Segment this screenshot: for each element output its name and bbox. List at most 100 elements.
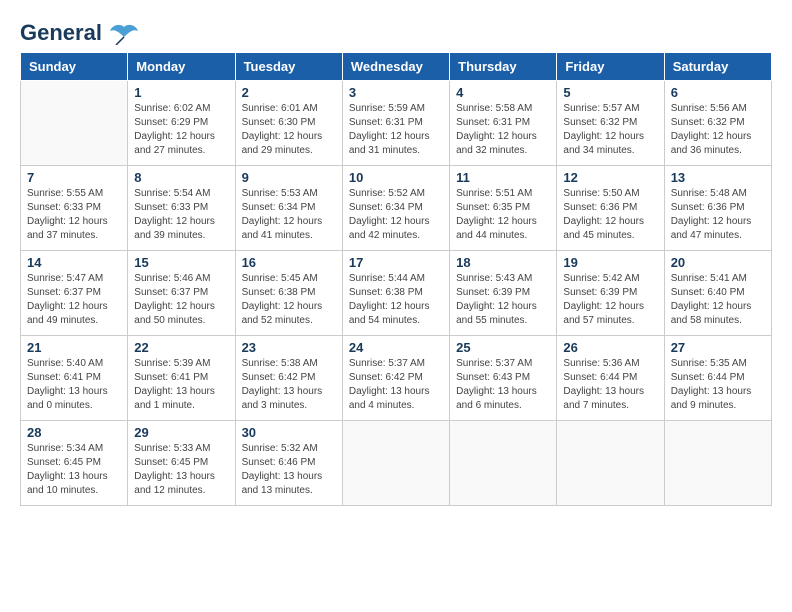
calendar-cell (557, 421, 664, 506)
day-info: Sunrise: 5:52 AM Sunset: 6:34 PM Dayligh… (349, 187, 443, 243)
calendar-cell: 10 Sunrise: 5:52 AM Sunset: 6:34 PM Dayli… (342, 166, 449, 251)
day-number: 6 (671, 85, 765, 100)
logo: General (20, 20, 138, 42)
day-number: 24 (349, 340, 443, 355)
day-info: Sunrise: 5:46 AM Sunset: 6:37 PM Dayligh… (134, 272, 228, 328)
calendar-cell: 7 Sunrise: 5:55 AM Sunset: 6:33 PM Daylig… (21, 166, 128, 251)
calendar-cell: 21 Sunrise: 5:40 AM Sunset: 6:41 PM Dayli… (21, 336, 128, 421)
day-info: Sunrise: 5:56 AM Sunset: 6:32 PM Dayligh… (671, 102, 765, 158)
day-number: 13 (671, 170, 765, 185)
logo-text: General (20, 20, 138, 46)
day-number: 14 (27, 255, 121, 270)
day-info: Sunrise: 5:38 AM Sunset: 6:42 PM Dayligh… (242, 357, 336, 413)
day-number: 7 (27, 170, 121, 185)
day-number: 9 (242, 170, 336, 185)
calendar-cell: 5 Sunrise: 5:57 AM Sunset: 6:32 PM Daylig… (557, 81, 664, 166)
day-number: 21 (27, 340, 121, 355)
day-number: 11 (456, 170, 550, 185)
day-number: 15 (134, 255, 228, 270)
day-header-friday: Friday (557, 53, 664, 81)
calendar-cell: 17 Sunrise: 5:44 AM Sunset: 6:38 PM Dayli… (342, 251, 449, 336)
day-number: 22 (134, 340, 228, 355)
day-number: 10 (349, 170, 443, 185)
day-info: Sunrise: 5:47 AM Sunset: 6:37 PM Dayligh… (27, 272, 121, 328)
day-number: 26 (563, 340, 657, 355)
day-number: 25 (456, 340, 550, 355)
calendar-cell: 28 Sunrise: 5:34 AM Sunset: 6:45 PM Dayli… (21, 421, 128, 506)
day-info: Sunrise: 5:34 AM Sunset: 6:45 PM Dayligh… (27, 442, 121, 498)
calendar-cell: 3Sunrise: 5:59 AM Sunset: 6:31 PM Daylig… (342, 81, 449, 166)
calendar-cell: 19Sunrise: 5:42 AM Sunset: 6:39 PM Dayli… (557, 251, 664, 336)
day-number: 3 (349, 85, 443, 100)
calendar-cell: 22 Sunrise: 5:39 AM Sunset: 6:41 PM Dayli… (128, 336, 235, 421)
day-info: Sunrise: 6:02 AM Sunset: 6:29 PM Dayligh… (134, 102, 228, 158)
day-info: Sunrise: 5:36 AM Sunset: 6:44 PM Dayligh… (563, 357, 657, 413)
calendar-cell: 20 Sunrise: 5:41 AM Sunset: 6:40 PM Dayli… (664, 251, 771, 336)
day-info: Sunrise: 5:39 AM Sunset: 6:41 PM Dayligh… (134, 357, 228, 413)
calendar-cell: 6 Sunrise: 5:56 AM Sunset: 6:32 PM Daylig… (664, 81, 771, 166)
day-header-monday: Monday (128, 53, 235, 81)
day-number: 5 (563, 85, 657, 100)
calendar-cell (450, 421, 557, 506)
day-info: Sunrise: 6:01 AM Sunset: 6:30 PM Dayligh… (242, 102, 336, 158)
calendar-cell (664, 421, 771, 506)
day-header-tuesday: Tuesday (235, 53, 342, 81)
day-number: 30 (242, 425, 336, 440)
day-info: Sunrise: 5:55 AM Sunset: 6:33 PM Dayligh… (27, 187, 121, 243)
day-number: 18 (456, 255, 550, 270)
week-row-3: 14 Sunrise: 5:47 AM Sunset: 6:37 PM Dayli… (21, 251, 772, 336)
calendar-cell: 13 Sunrise: 5:48 AM Sunset: 6:36 PM Dayli… (664, 166, 771, 251)
week-row-2: 7 Sunrise: 5:55 AM Sunset: 6:33 PM Daylig… (21, 166, 772, 251)
week-row-5: 28 Sunrise: 5:34 AM Sunset: 6:45 PM Dayli… (21, 421, 772, 506)
day-info: Sunrise: 5:50 AM Sunset: 6:36 PM Dayligh… (563, 187, 657, 243)
calendar-cell: 9 Sunrise: 5:53 AM Sunset: 6:34 PM Daylig… (235, 166, 342, 251)
day-number: 20 (671, 255, 765, 270)
calendar-cell (342, 421, 449, 506)
day-info: Sunrise: 5:40 AM Sunset: 6:41 PM Dayligh… (27, 357, 121, 413)
day-info: Sunrise: 5:32 AM Sunset: 6:46 PM Dayligh… (242, 442, 336, 498)
day-info: Sunrise: 5:48 AM Sunset: 6:36 PM Dayligh… (671, 187, 765, 243)
day-info: Sunrise: 5:57 AM Sunset: 6:32 PM Dayligh… (563, 102, 657, 158)
day-info: Sunrise: 5:42 AM Sunset: 6:39 PM Dayligh… (563, 272, 657, 328)
day-info: Sunrise: 5:43 AM Sunset: 6:39 PM Dayligh… (456, 272, 550, 328)
day-header-saturday: Saturday (664, 53, 771, 81)
day-header-sunday: Sunday (21, 53, 128, 81)
week-row-4: 21 Sunrise: 5:40 AM Sunset: 6:41 PM Dayli… (21, 336, 772, 421)
day-number: 2 (242, 85, 336, 100)
day-number: 28 (27, 425, 121, 440)
week-row-1: 1 Sunrise: 6:02 AM Sunset: 6:29 PM Daylig… (21, 81, 772, 166)
day-header-wednesday: Wednesday (342, 53, 449, 81)
calendar-cell: 8Sunrise: 5:54 AM Sunset: 6:33 PM Daylig… (128, 166, 235, 251)
day-info: Sunrise: 5:41 AM Sunset: 6:40 PM Dayligh… (671, 272, 765, 328)
day-number: 29 (134, 425, 228, 440)
calendar-cell: 23 Sunrise: 5:38 AM Sunset: 6:42 PM Dayli… (235, 336, 342, 421)
day-info: Sunrise: 5:37 AM Sunset: 6:42 PM Dayligh… (349, 357, 443, 413)
day-info: Sunrise: 5:54 AM Sunset: 6:33 PM Dayligh… (134, 187, 228, 243)
page-header: General (20, 20, 772, 42)
day-info: Sunrise: 5:37 AM Sunset: 6:43 PM Dayligh… (456, 357, 550, 413)
day-number: 16 (242, 255, 336, 270)
day-info: Sunrise: 5:58 AM Sunset: 6:31 PM Dayligh… (456, 102, 550, 158)
calendar-cell: 25 Sunrise: 5:37 AM Sunset: 6:43 PM Dayli… (450, 336, 557, 421)
day-number: 17 (349, 255, 443, 270)
day-number: 12 (563, 170, 657, 185)
day-info: Sunrise: 5:53 AM Sunset: 6:34 PM Dayligh… (242, 187, 336, 243)
calendar-header-row: SundayMondayTuesdayWednesdayThursdayFrid… (21, 53, 772, 81)
day-number: 27 (671, 340, 765, 355)
day-number: 4 (456, 85, 550, 100)
day-info: Sunrise: 5:44 AM Sunset: 6:38 PM Dayligh… (349, 272, 443, 328)
day-info: Sunrise: 5:51 AM Sunset: 6:35 PM Dayligh… (456, 187, 550, 243)
logo-bird-icon (110, 23, 138, 45)
calendar-cell: 18 Sunrise: 5:43 AM Sunset: 6:39 PM Dayli… (450, 251, 557, 336)
calendar-cell: 15 Sunrise: 5:46 AM Sunset: 6:37 PM Dayli… (128, 251, 235, 336)
calendar-cell: 29Sunrise: 5:33 AM Sunset: 6:45 PM Dayli… (128, 421, 235, 506)
day-info: Sunrise: 5:45 AM Sunset: 6:38 PM Dayligh… (242, 272, 336, 328)
day-info: Sunrise: 5:35 AM Sunset: 6:44 PM Dayligh… (671, 357, 765, 413)
day-number: 1 (134, 85, 228, 100)
day-number: 23 (242, 340, 336, 355)
calendar-cell: 24 Sunrise: 5:37 AM Sunset: 6:42 PM Dayli… (342, 336, 449, 421)
calendar-cell (21, 81, 128, 166)
calendar-cell: 30 Sunrise: 5:32 AM Sunset: 6:46 PM Dayli… (235, 421, 342, 506)
calendar-cell: 16 Sunrise: 5:45 AM Sunset: 6:38 PM Dayli… (235, 251, 342, 336)
calendar-cell: 2 Sunrise: 6:01 AM Sunset: 6:30 PM Daylig… (235, 81, 342, 166)
